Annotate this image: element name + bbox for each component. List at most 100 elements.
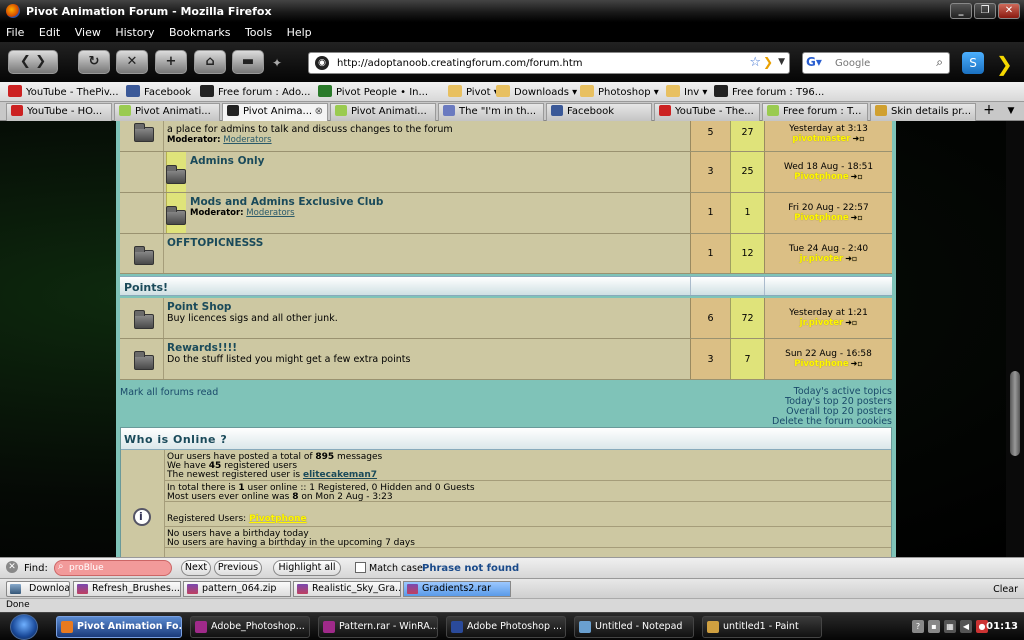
bookmark-item[interactable]: YouTube - ThePiv...: [8, 85, 119, 98]
forum-name-link[interactable]: Mods and Admins Exclusive Club: [190, 196, 383, 208]
goto-last-post-icon[interactable]: ➜▫: [845, 254, 857, 263]
maximize-button[interactable]: ❐: [974, 3, 996, 19]
last-post-user[interactable]: Pivotphone: [794, 172, 848, 182]
find-field[interactable]: ⌕: [54, 560, 172, 576]
url-bar[interactable]: ◉ ☆ ❯ ▼: [308, 52, 790, 74]
match-case-label[interactable]: Match case: [369, 563, 423, 574]
url-dropdown-icon[interactable]: ▼: [778, 57, 785, 67]
chevron-right-icon[interactable]: ❯: [996, 52, 1013, 76]
last-post-user[interactable]: jr.pivoter: [800, 254, 844, 264]
goto-last-post-icon[interactable]: ➜▫: [851, 172, 863, 181]
browser-tab[interactable]: Pivot Animati...: [330, 103, 436, 121]
last-post-user-link[interactable]: jr.pivoter ➜▫: [765, 254, 892, 264]
goto-last-post-icon[interactable]: ➜▫: [853, 134, 865, 143]
find-input[interactable]: [69, 562, 165, 574]
new-tab-button[interactable]: +: [155, 50, 187, 74]
forum-row-admins-only[interactable]: Admins Only 3 25 Wed 18 Aug - 18:51 Pivo…: [120, 152, 892, 193]
forum-name-link[interactable]: Point Shop: [167, 301, 231, 313]
browser-tab[interactable]: Facebook: [546, 103, 652, 121]
browser-tab[interactable]: Pivot Animati...: [114, 103, 220, 121]
menu-bookmarks[interactable]: Bookmarks: [163, 22, 235, 39]
tray-icon[interactable]: ▪: [928, 620, 940, 633]
menu-edit[interactable]: Edit: [33, 22, 65, 39]
minimize-button[interactable]: _: [950, 3, 972, 19]
new-tab-plus-icon[interactable]: +: [980, 103, 998, 120]
search-bar[interactable]: G▾ ⌕: [802, 52, 950, 74]
delete-cookies-link[interactable]: Delete the forum cookies: [772, 417, 892, 427]
close-tab-icon[interactable]: ⊗: [315, 104, 323, 120]
browser-tab[interactable]: The "I'm in th...: [438, 103, 544, 121]
browser-tab[interactable]: YouTube - HO...: [6, 103, 112, 121]
category-header[interactable]: Points!: [120, 276, 892, 296]
bookmark-item[interactable]: Free forum : T96...: [714, 85, 824, 98]
skype-icon[interactable]: S: [962, 52, 984, 74]
bookmark-item[interactable]: Pivot People • In...: [318, 85, 428, 98]
browser-tab[interactable]: Pivot Anima... ⊗: [222, 103, 328, 121]
search-input[interactable]: [835, 55, 929, 71]
download-item[interactable]: Gradients2.rar: [403, 581, 511, 597]
downloads-button[interactable]: Downloads: [6, 581, 70, 597]
bookmark-item[interactable]: Pivot ▾: [448, 85, 499, 98]
home-button[interactable]: ⌂: [194, 50, 226, 74]
last-post-user-link[interactable]: Pivotphone ➜▫: [765, 213, 892, 223]
stop-button[interactable]: ✕: [116, 50, 148, 74]
download-item[interactable]: Refresh_Brushes...: [73, 581, 181, 597]
match-case-checkbox[interactable]: [355, 562, 366, 573]
site-identity-icon[interactable]: ◉: [315, 56, 329, 70]
downloads-toolbar-button[interactable]: ▬: [232, 50, 264, 74]
puzzle-icon[interactable]: ✦: [272, 56, 282, 70]
close-find-bar-icon[interactable]: ✕: [6, 561, 18, 573]
scrollbar-thumb[interactable]: [1010, 371, 1020, 456]
forum-row-offtopic[interactable]: OFFTOPICNESSS 1 12 Tue 24 Aug - 2:40 jr.…: [120, 234, 892, 274]
url-input[interactable]: [337, 55, 717, 71]
google-engine-icon[interactable]: G▾: [806, 55, 830, 71]
who-is-online-title[interactable]: Who is Online ?: [124, 433, 227, 446]
forum-name-link[interactable]: Admins Only: [190, 155, 264, 167]
menu-history[interactable]: History: [109, 22, 159, 39]
close-window-button[interactable]: ✕: [998, 3, 1020, 19]
find-next-button[interactable]: Next: [181, 560, 211, 576]
menu-view[interactable]: View: [69, 22, 106, 39]
highlight-all-button[interactable]: Highlight all: [273, 560, 341, 576]
bookmark-item[interactable]: Photoshop ▾: [580, 85, 659, 98]
taskbar-item[interactable]: Adobe_Photoshop...: [190, 616, 310, 638]
moderator-link[interactable]: Moderators: [246, 208, 294, 218]
forum-name-link[interactable]: Rewards!!!!: [167, 342, 237, 354]
forum-row-rewards[interactable]: Rewards!!!! Do the stuff listed you migh…: [120, 339, 892, 380]
menu-help[interactable]: Help: [281, 22, 317, 39]
bookmark-item[interactable]: Inv ▾: [666, 85, 707, 98]
moderator-link[interactable]: Moderators: [223, 135, 271, 145]
browser-tab[interactable]: YouTube - The...: [654, 103, 760, 121]
last-post-user-link[interactable]: jr.pivoter ➜▫: [765, 318, 892, 328]
bookmark-star-icon[interactable]: ☆: [749, 55, 761, 70]
last-post-user-link[interactable]: Pivotphone ➜▫: [765, 359, 892, 369]
goto-last-post-icon[interactable]: ➜▫: [845, 318, 857, 327]
clock[interactable]: 01:13: [986, 621, 1018, 632]
back-forward-button[interactable]: ❮ ❯: [8, 50, 58, 74]
taskbar-item[interactable]: Pivot Animation Fo...: [56, 616, 182, 638]
find-previous-button[interactable]: Previous: [214, 560, 262, 576]
bookmark-item[interactable]: Facebook: [126, 85, 191, 98]
last-post-user[interactable]: Pivotphone: [794, 359, 848, 369]
category-title[interactable]: Points!: [124, 281, 168, 294]
clear-downloads-button[interactable]: Clear: [993, 584, 1018, 595]
mark-all-read-link[interactable]: Mark all forums read: [120, 387, 218, 398]
last-post-user[interactable]: pivotmaster: [792, 134, 850, 144]
search-icon[interactable]: ⌕: [936, 55, 943, 70]
tab-list-dropdown-icon[interactable]: ▼: [1002, 103, 1020, 120]
last-post-user-link[interactable]: pivotmaster ➜▫: [765, 134, 892, 144]
page-scrollbar[interactable]: [1006, 121, 1024, 557]
start-button[interactable]: [10, 614, 38, 640]
taskbar-item[interactable]: untitled1 - Paint: [702, 616, 822, 638]
taskbar-item[interactable]: Pattern.rar - WinRA...: [318, 616, 438, 638]
taskbar-item[interactable]: Untitled - Notepad: [574, 616, 694, 638]
last-post-user-link[interactable]: Pivotphone ➜▫: [765, 172, 892, 182]
forum-row-mods-admins-club[interactable]: Mods and Admins Exclusive Club Moderator…: [120, 193, 892, 234]
download-item[interactable]: pattern_064.zip: [183, 581, 291, 597]
network-icon[interactable]: ▦: [944, 620, 956, 633]
last-post-user[interactable]: jr.pivoter: [800, 318, 844, 328]
help-icon[interactable]: ?: [912, 620, 924, 633]
browser-tab[interactable]: Skin details pr...: [870, 103, 976, 121]
volume-icon[interactable]: ◀: [960, 620, 972, 633]
browser-tab[interactable]: Free forum : T...: [762, 103, 868, 121]
